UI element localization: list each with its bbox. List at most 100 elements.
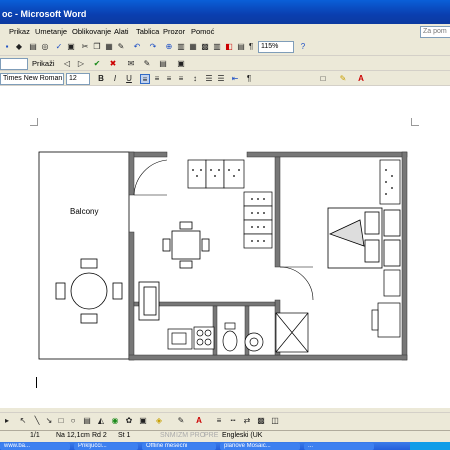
clipart-icon[interactable]: ✿: [124, 416, 134, 426]
standard-toolbar: ▪ ◆ ▤ ◎ ✓ ▣ ✂ ❐ ▦ ✎ ↶ ↷ ⊕ ▥ ▦ ▩ ▥ ◧ ▤ ¶ …: [0, 39, 450, 56]
drawing-icon[interactable]: ◧: [224, 42, 234, 52]
menu-item-help[interactable]: Pomoć: [191, 27, 214, 36]
shadow-icon[interactable]: ▩: [256, 416, 266, 426]
reject-change-icon[interactable]: ✖: [108, 59, 118, 69]
taskbar: www.ba... Priključci... Offline mesecni …: [0, 442, 450, 450]
justify-icon[interactable]: ≡: [176, 74, 186, 84]
track-changes-icon[interactable]: ✎: [142, 59, 152, 69]
align-center-icon[interactable]: ≡: [152, 74, 162, 84]
dining-table: [162, 221, 210, 269]
permission-icon[interactable]: ◆: [14, 42, 24, 52]
format-painter-icon[interactable]: ✎: [116, 42, 126, 52]
zoom-select[interactable]: 115%: [258, 41, 294, 53]
font-size-select[interactable]: 12: [66, 73, 90, 85]
print-preview-icon[interactable]: ◎: [40, 42, 50, 52]
menu-item-tools[interactable]: Alati: [114, 27, 129, 36]
menu-item-format[interactable]: Oblikovanje: [72, 27, 111, 36]
spelling-icon[interactable]: ✓: [54, 42, 64, 52]
show-menu[interactable]: Prikaži: [32, 59, 55, 68]
status-language: Engleski (UK: [222, 432, 263, 439]
insert-excel-icon[interactable]: ▩: [200, 42, 210, 52]
research-icon[interactable]: ▣: [66, 42, 76, 52]
copy-icon[interactable]: ❐: [92, 42, 102, 52]
accept-change-icon[interactable]: ✔: [92, 59, 102, 69]
italic-button[interactable]: I: [110, 74, 120, 84]
undo-icon[interactable]: ↶: [132, 42, 142, 52]
armchair: [138, 281, 160, 321]
paragraph-mark-icon[interactable]: ¶: [244, 74, 254, 84]
line-style-icon[interactable]: ≡: [214, 416, 224, 426]
display-select[interactable]: [0, 58, 28, 70]
line-spacing-icon[interactable]: ↕: [190, 74, 200, 84]
taskbar-item[interactable]: www.ba...: [0, 443, 70, 450]
cut-icon[interactable]: ✂: [80, 42, 90, 52]
decrease-indent-icon[interactable]: ⇤: [230, 74, 240, 84]
next-change-icon[interactable]: ▷: [76, 59, 86, 69]
reviewing-pane-icon[interactable]: ▤: [158, 59, 168, 69]
arrow-icon[interactable]: ↘: [44, 416, 54, 426]
highlight-icon[interactable]: ✎: [338, 74, 348, 84]
print-icon[interactable]: ▤: [28, 42, 38, 52]
status-position: Na 12,1cm: [56, 432, 90, 439]
font-color-icon[interactable]: A: [356, 74, 366, 84]
status-rec[interactable]: SNM: [160, 432, 176, 439]
system-tray: [410, 442, 450, 450]
menu-item-insert[interactable]: Umetanje: [35, 27, 67, 36]
taskbar-item[interactable]: planove Mosaic...: [220, 443, 300, 450]
document-page[interactable]: Balcony: [0, 86, 450, 408]
help-icon[interactable]: ?: [298, 42, 308, 52]
dash-style-icon[interactable]: ┅: [228, 416, 238, 426]
bathroom-fixtures: [222, 312, 309, 353]
align-right-icon[interactable]: ≡: [164, 74, 174, 84]
rectangle-icon[interactable]: □: [56, 416, 66, 426]
oval-icon[interactable]: ○: [68, 416, 78, 426]
paste-icon[interactable]: ▦: [104, 42, 114, 52]
status-ext[interactable]: PRO: [190, 432, 205, 439]
save-icon[interactable]: ▪: [2, 42, 12, 52]
wordart-icon[interactable]: ◭: [96, 416, 106, 426]
border-icon[interactable]: □: [318, 74, 328, 84]
tables-borders-icon[interactable]: ▥: [176, 42, 186, 52]
font-select[interactable]: Times New Roman: [0, 73, 64, 85]
insert-comment-icon[interactable]: ✉: [126, 59, 136, 69]
title-bar: oc - Microsoft Word: [0, 0, 450, 24]
bold-button[interactable]: B: [96, 74, 106, 84]
underline-button[interactable]: U: [124, 74, 134, 84]
hyperlink-icon[interactable]: ⊕: [164, 42, 174, 52]
draw-font-color-icon[interactable]: A: [194, 416, 204, 426]
status-column: St 1: [118, 432, 131, 439]
taskbar-item[interactable]: Offline mesecni: [142, 443, 216, 450]
fill-color-icon[interactable]: ◈: [154, 416, 164, 426]
select-objects-icon[interactable]: ↖: [18, 416, 28, 426]
menu-item-table[interactable]: Tablica: [136, 27, 159, 36]
textbox-icon[interactable]: ▤: [82, 416, 92, 426]
insert-table-icon[interactable]: ▦: [188, 42, 198, 52]
diagram-icon[interactable]: ◉: [110, 416, 120, 426]
window-title: oc - Microsoft Word: [2, 9, 87, 19]
bullets-icon[interactable]: ☰: [216, 74, 226, 84]
text-cursor: [36, 377, 37, 388]
arrow-style-icon[interactable]: ⇄: [242, 416, 252, 426]
align-left-icon[interactable]: ≡: [140, 74, 150, 84]
taskbar-item[interactable]: Priključci...: [74, 443, 138, 450]
redo-icon[interactable]: ↷: [148, 42, 158, 52]
floor-plan-drawing: Balcony: [38, 151, 408, 361]
status-trk[interactable]: IZM: [176, 432, 188, 439]
menu-item-view[interactable]: Prikaz: [9, 27, 30, 36]
line-color-icon[interactable]: ✎: [176, 416, 186, 426]
menu-item-window[interactable]: Prozor: [163, 27, 185, 36]
show-hide-icon[interactable]: ¶: [246, 42, 256, 52]
prev-change-icon[interactable]: ◁: [62, 59, 72, 69]
columns-icon[interactable]: ▥: [212, 42, 222, 52]
numbering-icon[interactable]: ☰: [204, 74, 214, 84]
formatting-toolbar: Times New Roman 12 B I U ≡ ≡ ≡ ≡ ↕ ☰ ☰ ⇤…: [0, 71, 450, 86]
taskbar-item[interactable]: ...: [304, 443, 374, 450]
options-icon[interactable]: ▣: [176, 59, 186, 69]
status-ovr[interactable]: PRE: [204, 432, 218, 439]
help-search-input[interactable]: Za pom: [420, 26, 450, 38]
document-map-icon[interactable]: ▤: [236, 42, 246, 52]
3d-icon[interactable]: ◫: [270, 416, 280, 426]
picture-icon[interactable]: ▣: [138, 416, 148, 426]
line-icon[interactable]: ╲: [32, 416, 42, 426]
draw-menu-icon[interactable]: ▸: [2, 416, 12, 426]
